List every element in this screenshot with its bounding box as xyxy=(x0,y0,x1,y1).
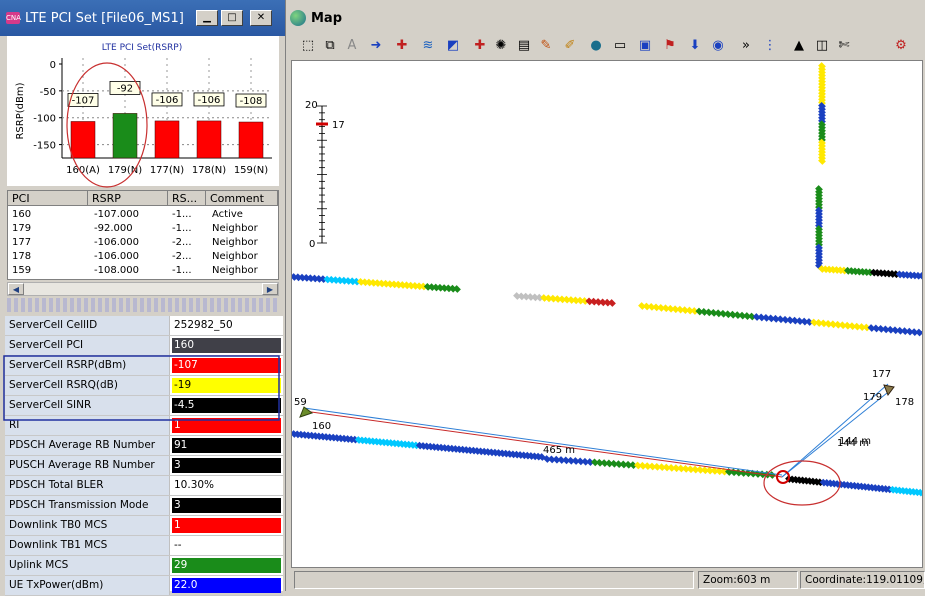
drive-test-sample xyxy=(920,329,922,337)
forward-icon[interactable]: ➜ xyxy=(367,37,385,55)
cut-icon[interactable]: ✄ xyxy=(835,37,853,55)
triangle-icon[interactable]: ▲ xyxy=(790,37,808,55)
legend-bottom-label: 0 xyxy=(309,239,315,250)
more-icon[interactable]: » xyxy=(737,37,755,55)
status-coordinate: Coordinate:119.01109,33 xyxy=(800,571,925,589)
cell-icon[interactable]: ✚ xyxy=(393,37,411,55)
cell-label-178: 178 xyxy=(895,397,914,408)
tool-icon[interactable]: ⚙ xyxy=(892,37,910,55)
cell-label-59: 59 xyxy=(294,397,307,408)
map-canvas[interactable]: 20 17 0 59 160 177 179 178 465 m 144 m 1… xyxy=(291,60,923,568)
site-icon[interactable]: ✚ xyxy=(471,37,489,55)
map-title: Map xyxy=(311,10,343,26)
print-icon[interactable]: ▭ xyxy=(611,37,629,55)
left-annotations xyxy=(3,62,280,421)
legend-top-label: 20 xyxy=(305,100,318,111)
status-zoom: Zoom:603 m xyxy=(698,571,798,589)
layer-icon[interactable]: ▤ xyxy=(515,37,533,55)
cell-label-179: 179 xyxy=(863,392,882,403)
cell-label-160: 160 xyxy=(312,421,331,432)
map-window: Map ⬚ ⧉ A ➜ ✚ ≋ ◩ ✚ ✺ ▤ ✎ ✐ ● ▭ ▣ ⚑ ⬇ ◉» ⋮ ▲ ◫ ✄ ⚙ 20 17 0 59 … xyxy=(286,0,925,591)
map-status-bar: Zoom:603 m Coordinate:119.01109,33 xyxy=(286,569,925,591)
edit-icon[interactable]: ✎ xyxy=(537,37,555,55)
map-drawing: 20 17 0 59 160 177 179 178 465 m 144 m 1… xyxy=(292,62,922,506)
draw-icon[interactable]: ✐ xyxy=(561,37,579,55)
map-toolbar: ⬚ ⧉ A ➜ ✚ ≋ ◩ ✚ ✺ ▤ ✎ ✐ ● ▭ ▣ ⚑ ⬇ ◉» ⋮ ▲ ◫ ✄ ⚙ xyxy=(286,33,925,59)
globe-icon xyxy=(290,10,306,26)
drive-test-sample xyxy=(608,299,616,307)
save-icon[interactable]: ▣ xyxy=(636,37,654,55)
legend-marker-label: 17 xyxy=(332,120,345,131)
target-icon[interactable]: ◉ xyxy=(709,37,727,55)
window-icon[interactable]: ◫ xyxy=(813,37,831,55)
signal-icon[interactable]: ≋ xyxy=(419,37,437,55)
highlight-ellipse xyxy=(66,62,148,188)
globe-icon[interactable]: ● xyxy=(587,37,605,55)
select-icon[interactable]: ⬚ xyxy=(299,37,317,55)
settings-icon[interactable]: ✺ xyxy=(492,37,510,55)
status-empty-cell xyxy=(294,571,694,589)
cell-site-177-icon[interactable] xyxy=(883,384,895,397)
cell-label-177: 177 xyxy=(872,369,891,380)
flag-icon[interactable]: ⚑ xyxy=(661,37,679,55)
download-icon[interactable]: ⬇ xyxy=(686,37,704,55)
distance-label-144b: 144 m xyxy=(839,436,871,447)
grid-icon[interactable]: ⋮ xyxy=(761,37,779,55)
highlight-box xyxy=(3,355,280,421)
measure-icon[interactable]: ◩ xyxy=(444,37,462,55)
distance-label-465: 465 m xyxy=(543,445,575,456)
map-title-bar[interactable]: Map xyxy=(286,4,925,32)
drive-test-sample xyxy=(453,285,461,293)
copy-icon[interactable]: ⧉ xyxy=(321,37,339,55)
text-icon[interactable]: A xyxy=(343,37,361,55)
lte-pci-set-window: CNA LTE PCI Set [File06_MS1] ▁ □ ✕ LTE P… xyxy=(0,0,286,596)
